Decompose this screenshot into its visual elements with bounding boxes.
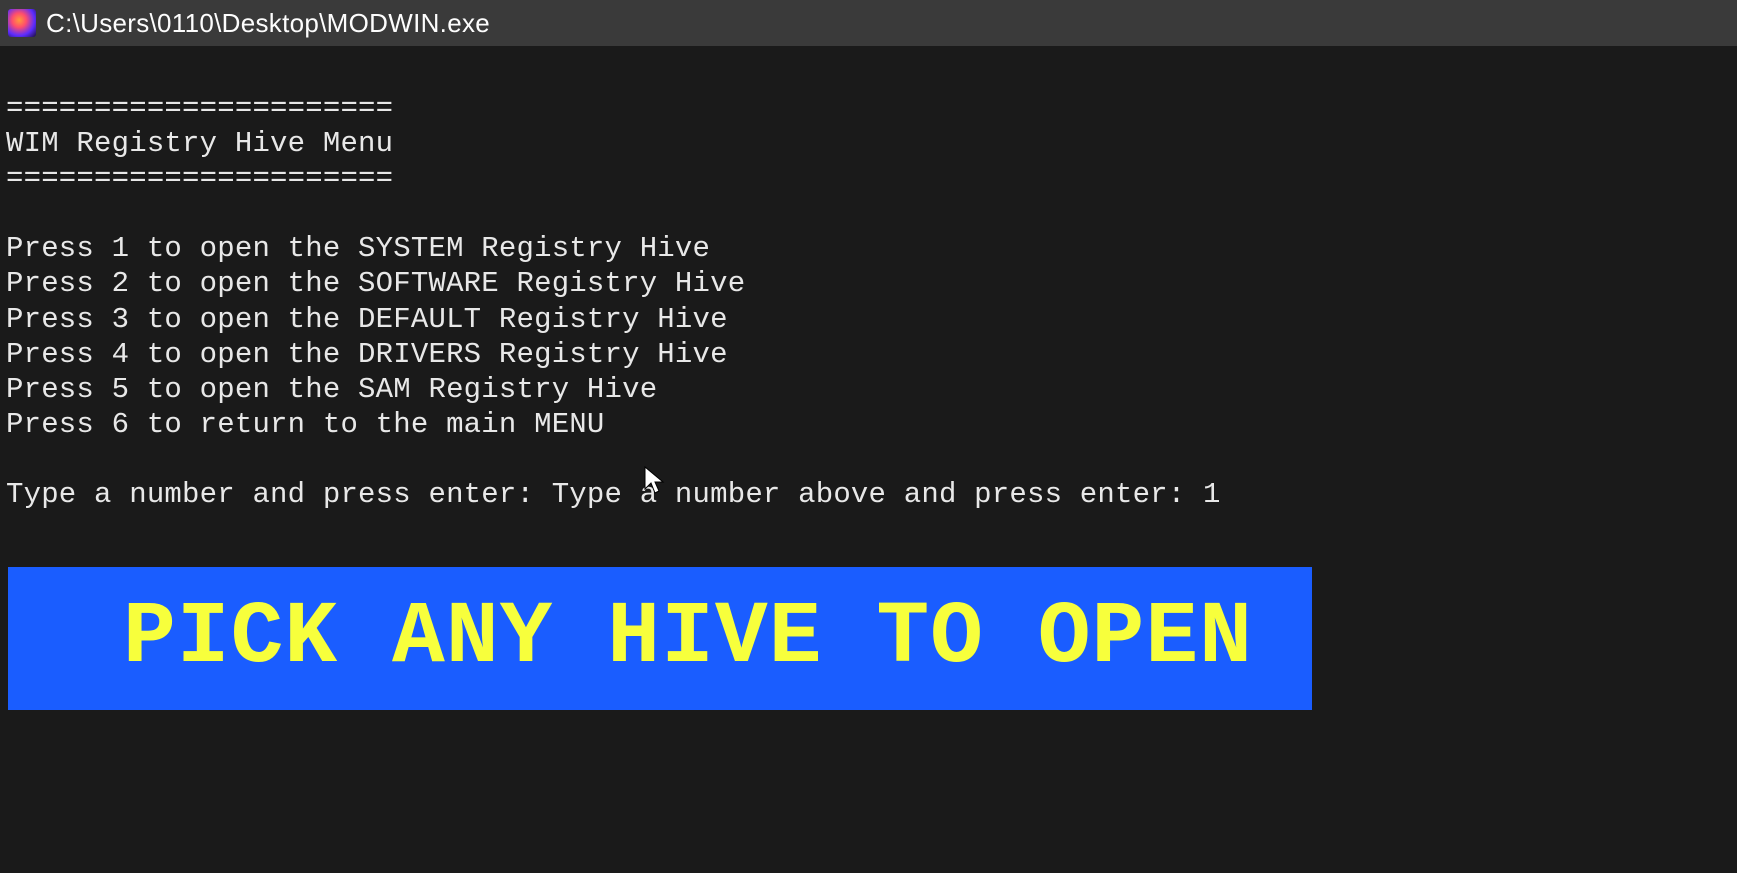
menu-option: Press 5 to open the SAM Registry Hive [6,373,657,406]
divider: ====================== [6,162,393,195]
menu-heading: WIM Registry Hive Menu [6,127,393,160]
user-input[interactable]: 1 [1203,478,1221,511]
menu-option: Press 4 to open the DRIVERS Registry Hiv… [6,338,728,371]
banner-text: PICK ANY HIVE TO OPEN [123,589,1253,688]
menu-option: Press 6 to return to the main MENU [6,408,605,441]
prompt-label: Type a number and press enter: Type a nu… [6,478,1203,511]
divider: ====================== [6,92,393,125]
terminal-output[interactable]: ====================== WIM Registry Hive… [0,46,1737,512]
app-icon [8,9,36,37]
window-titlebar[interactable]: C:\Users\0110\Desktop\MODWIN.exe [0,0,1737,46]
menu-option: Press 3 to open the DEFAULT Registry Hiv… [6,303,728,336]
window-title: C:\Users\0110\Desktop\MODWIN.exe [46,8,490,39]
menu-option: Press 2 to open the SOFTWARE Registry Hi… [6,267,745,300]
menu-option: Press 1 to open the SYSTEM Registry Hive [6,232,710,265]
instruction-banner: PICK ANY HIVE TO OPEN [8,567,1312,710]
